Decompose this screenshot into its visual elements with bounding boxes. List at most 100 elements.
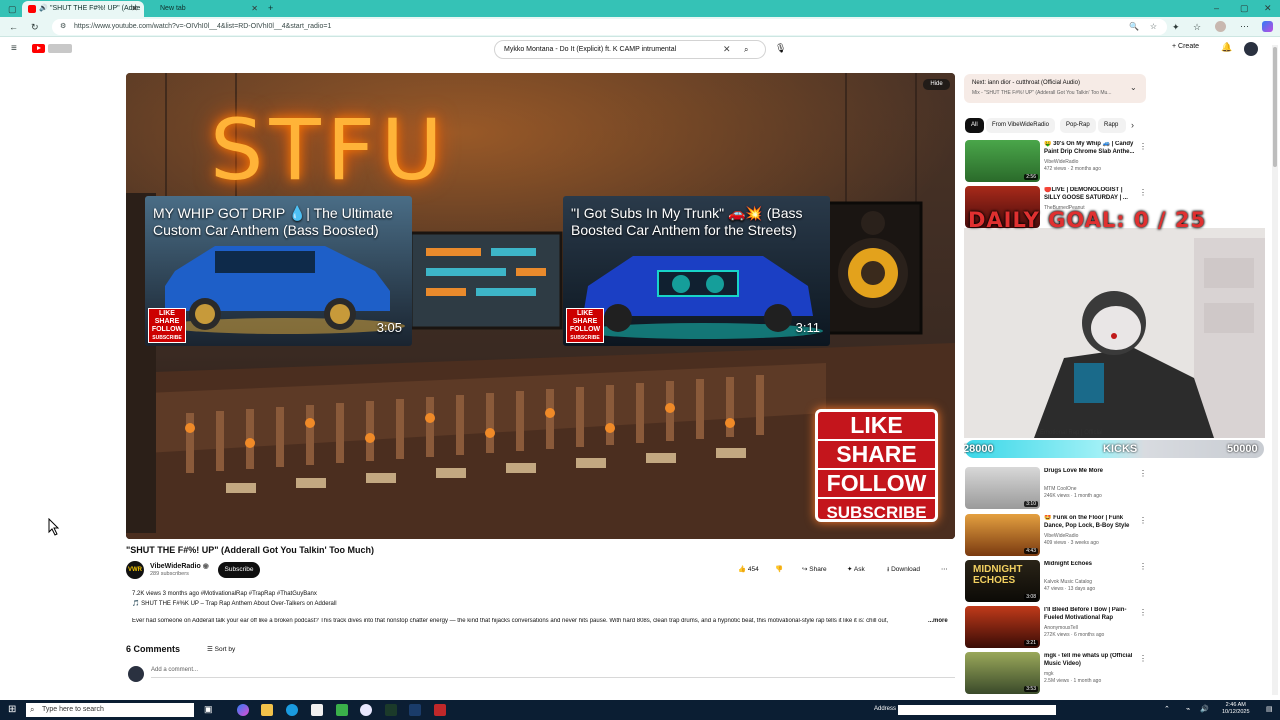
ask-button[interactable]: ✦ Ask [847,564,865,576]
search-icon[interactable]: ⌕ [744,41,748,58]
channel-avatar[interactable]: VWR [126,561,144,579]
chip-pop-rap[interactable]: Pop-Rap [1060,118,1096,133]
extensions-icon[interactable]: ✦ [1172,22,1180,32]
account-avatar[interactable] [1244,42,1258,56]
chevron-down-icon[interactable]: ⌄ [1130,83,1137,92]
list-item[interactable]: 3:21 I'll Bleed Before I Bow | Pain-Fuel… [965,606,1155,650]
tab-current-video[interactable]: 🔊 "SHUT THE F#%! UP" (Adde ✕ [22,1,144,17]
more-options-icon[interactable]: ⋮ [1139,188,1147,197]
endcard-video-2[interactable]: "I Got Subs In My Trunk" 🚗💥 (Bass Booste… [563,196,830,346]
zoom-icon[interactable]: 🔍 [1129,19,1139,35]
windows-start-icon[interactable]: ⊞ [8,704,16,715]
list-item[interactable]: 3:53 mgk - tell me whats up (Official Mu… [965,652,1155,696]
description-box[interactable]: 7.2K views 3 months ago #MotivationalRap… [126,587,955,629]
like-button[interactable]: 👍 454 [738,564,759,576]
browser-tab-bar: ▢ 🔊 "SHUT THE F#%! UP" (Adde ✕ New tab ✕… [0,0,1280,17]
url-field[interactable]: ⚙ https://www.youtube.com/watch?v=-OIVhI… [52,19,1167,35]
chip-from-channel[interactable]: From VibeWideRadio [986,118,1055,133]
chevron-right-icon[interactable]: › [1131,120,1134,130]
mic-icon[interactable]: 🎙 [775,43,786,54]
endcard-video-1[interactable]: MY WHIP GOT DRIP 💧| The Ultimate Custom … [145,196,412,346]
more-options-icon[interactable]: ⋮ [1139,562,1147,571]
favorite-star-icon[interactable]: ☆ [1150,19,1157,35]
bar-end-value: 50000 [1227,443,1258,455]
chip-all[interactable]: All [965,118,984,133]
speaker-icon[interactable]: 🔊 [39,1,48,17]
list-item[interactable]: 4:43 🤩 Funk on the Floor | Funk Dance, P… [965,514,1155,558]
notifications-bell-icon[interactable]: 🔔 [1221,42,1232,53]
list-item[interactable]: MIDNIGHT ECHOES 3:08 Midnight Echoes Kalv… [965,560,1155,604]
refresh-icon[interactable]: ↻ [31,22,39,32]
profile-icon[interactable] [1215,21,1226,32]
more-options-icon[interactable]: ⋮ [1139,608,1147,617]
obs-icon[interactable] [434,704,446,716]
app-terminal-icon[interactable] [385,704,397,716]
address-toolbar-input[interactable] [898,705,1056,715]
task-view-icon[interactable]: ▣ [204,704,213,715]
badge-line: LIKE [159,310,175,317]
add-comment-input[interactable]: Add a comment... [151,667,198,673]
up-next-subtitle: Mix - "SHUT THE F#%! UP" (Adderall Got Y… [972,90,1112,96]
video-player[interactable]: STFU Hide MY WHIP GOT DRIP 💧| The Ultima… [126,73,955,539]
youtube-logo-icon[interactable] [32,44,45,53]
scrollbar-thumb[interactable] [1273,47,1277,167]
list-item[interactable]: 2:56 🤑 30's On My Whip 🚙 | Candy Paint D… [965,140,1155,184]
tray-chevron-icon[interactable]: ⌃ [1164,705,1170,713]
taskbar-search-input[interactable]: ⌕ Type here to search [26,703,194,717]
more-options-icon[interactable]: ⋮ [1139,469,1147,478]
tab-actions-icon[interactable]: ▢ [8,4,17,14]
volume-icon[interactable]: 🔊 [1200,705,1209,713]
create-button[interactable]: + Create [1172,43,1199,50]
collections-icon[interactable]: ☆ [1193,22,1201,32]
more-options-icon[interactable]: ⋮ [1139,516,1147,525]
close-tab-icon[interactable]: ✕ [251,1,258,17]
copilot-taskbar-icon[interactable] [237,704,249,716]
webcam-feed-illustration [964,228,1265,438]
hide-endscreen-button[interactable]: Hide [923,79,950,90]
address-bar-row: ← ↻ ⚙ https://www.youtube.com/watch?v=-O… [0,17,1280,37]
copilot-icon[interactable] [1262,21,1273,32]
store-icon[interactable] [311,704,323,716]
more-actions-icon[interactable]: ⋯ [941,564,948,576]
system-clock[interactable]: 2:46 AM 10/12/2025 [1222,702,1250,716]
network-icon[interactable]: ⌁ [1186,705,1190,713]
chrome-icon[interactable] [360,704,372,716]
maximize-icon[interactable]: ▢ [1240,3,1249,13]
description-line-2: Ever had someone on Adderall talk your e… [132,618,889,624]
new-tab-icon[interactable]: + [268,3,273,13]
notification-center-icon[interactable]: ▤ [1266,705,1273,713]
minimize-icon[interactable]: – [1214,3,1219,13]
video-thumbnail: 2:56 [965,140,1040,182]
subscribe-button[interactable]: Subscribe [218,562,260,578]
youtube-wordmark[interactable] [48,44,72,53]
site-info-icon[interactable]: ⚙ [60,19,66,35]
close-window-icon[interactable]: ✕ [1264,3,1272,13]
daily-goal-text: DAILY GOAL: 0 / 25 [968,208,1207,232]
clear-search-icon[interactable]: ✕ [723,41,731,58]
back-icon[interactable]: ← [9,22,18,32]
show-more-link[interactable]: ...more [928,618,948,624]
app-green-icon[interactable] [336,704,348,716]
list-item[interactable]: 3:10 Drugs Love Me More MTM CoolOne 246K… [965,467,1155,511]
more-options-icon[interactable]: ⋮ [1139,654,1147,663]
dislike-button[interactable]: 👎 [775,564,783,576]
file-explorer-icon[interactable] [261,704,273,716]
steam-icon[interactable] [409,704,421,716]
page-scrollbar[interactable] [1272,45,1278,695]
more-options-icon[interactable]: ⋮ [1139,142,1147,151]
more-menu-icon[interactable]: ⋯ [1240,21,1249,31]
channel-name[interactable]: VibeWideRadio ◉ [150,562,209,570]
hamburger-menu-icon[interactable]: ≡ [11,44,17,54]
up-next-box[interactable]: Next: iann dior - cutthroat (Official Au… [964,74,1146,103]
share-button[interactable]: ↪ Share [802,564,827,576]
duration-badge: 3:21 [1024,640,1038,646]
download-button[interactable]: ⭳ Download [887,564,920,576]
duration-badge: 3:08 [1024,594,1038,600]
chip-rapp[interactable]: Rapp [1098,118,1126,133]
endcard-duration: 3:11 [795,320,820,335]
tab-new-tab[interactable]: New tab ✕ [144,1,264,17]
search-input[interactable]: Mykko Montana - Do It (Explicit) ft. K C… [494,40,766,59]
sort-comments-button[interactable]: ☰ Sort by [207,645,235,653]
edge-browser-icon[interactable] [286,704,298,716]
close-tab-icon[interactable]: ✕ [131,1,138,17]
